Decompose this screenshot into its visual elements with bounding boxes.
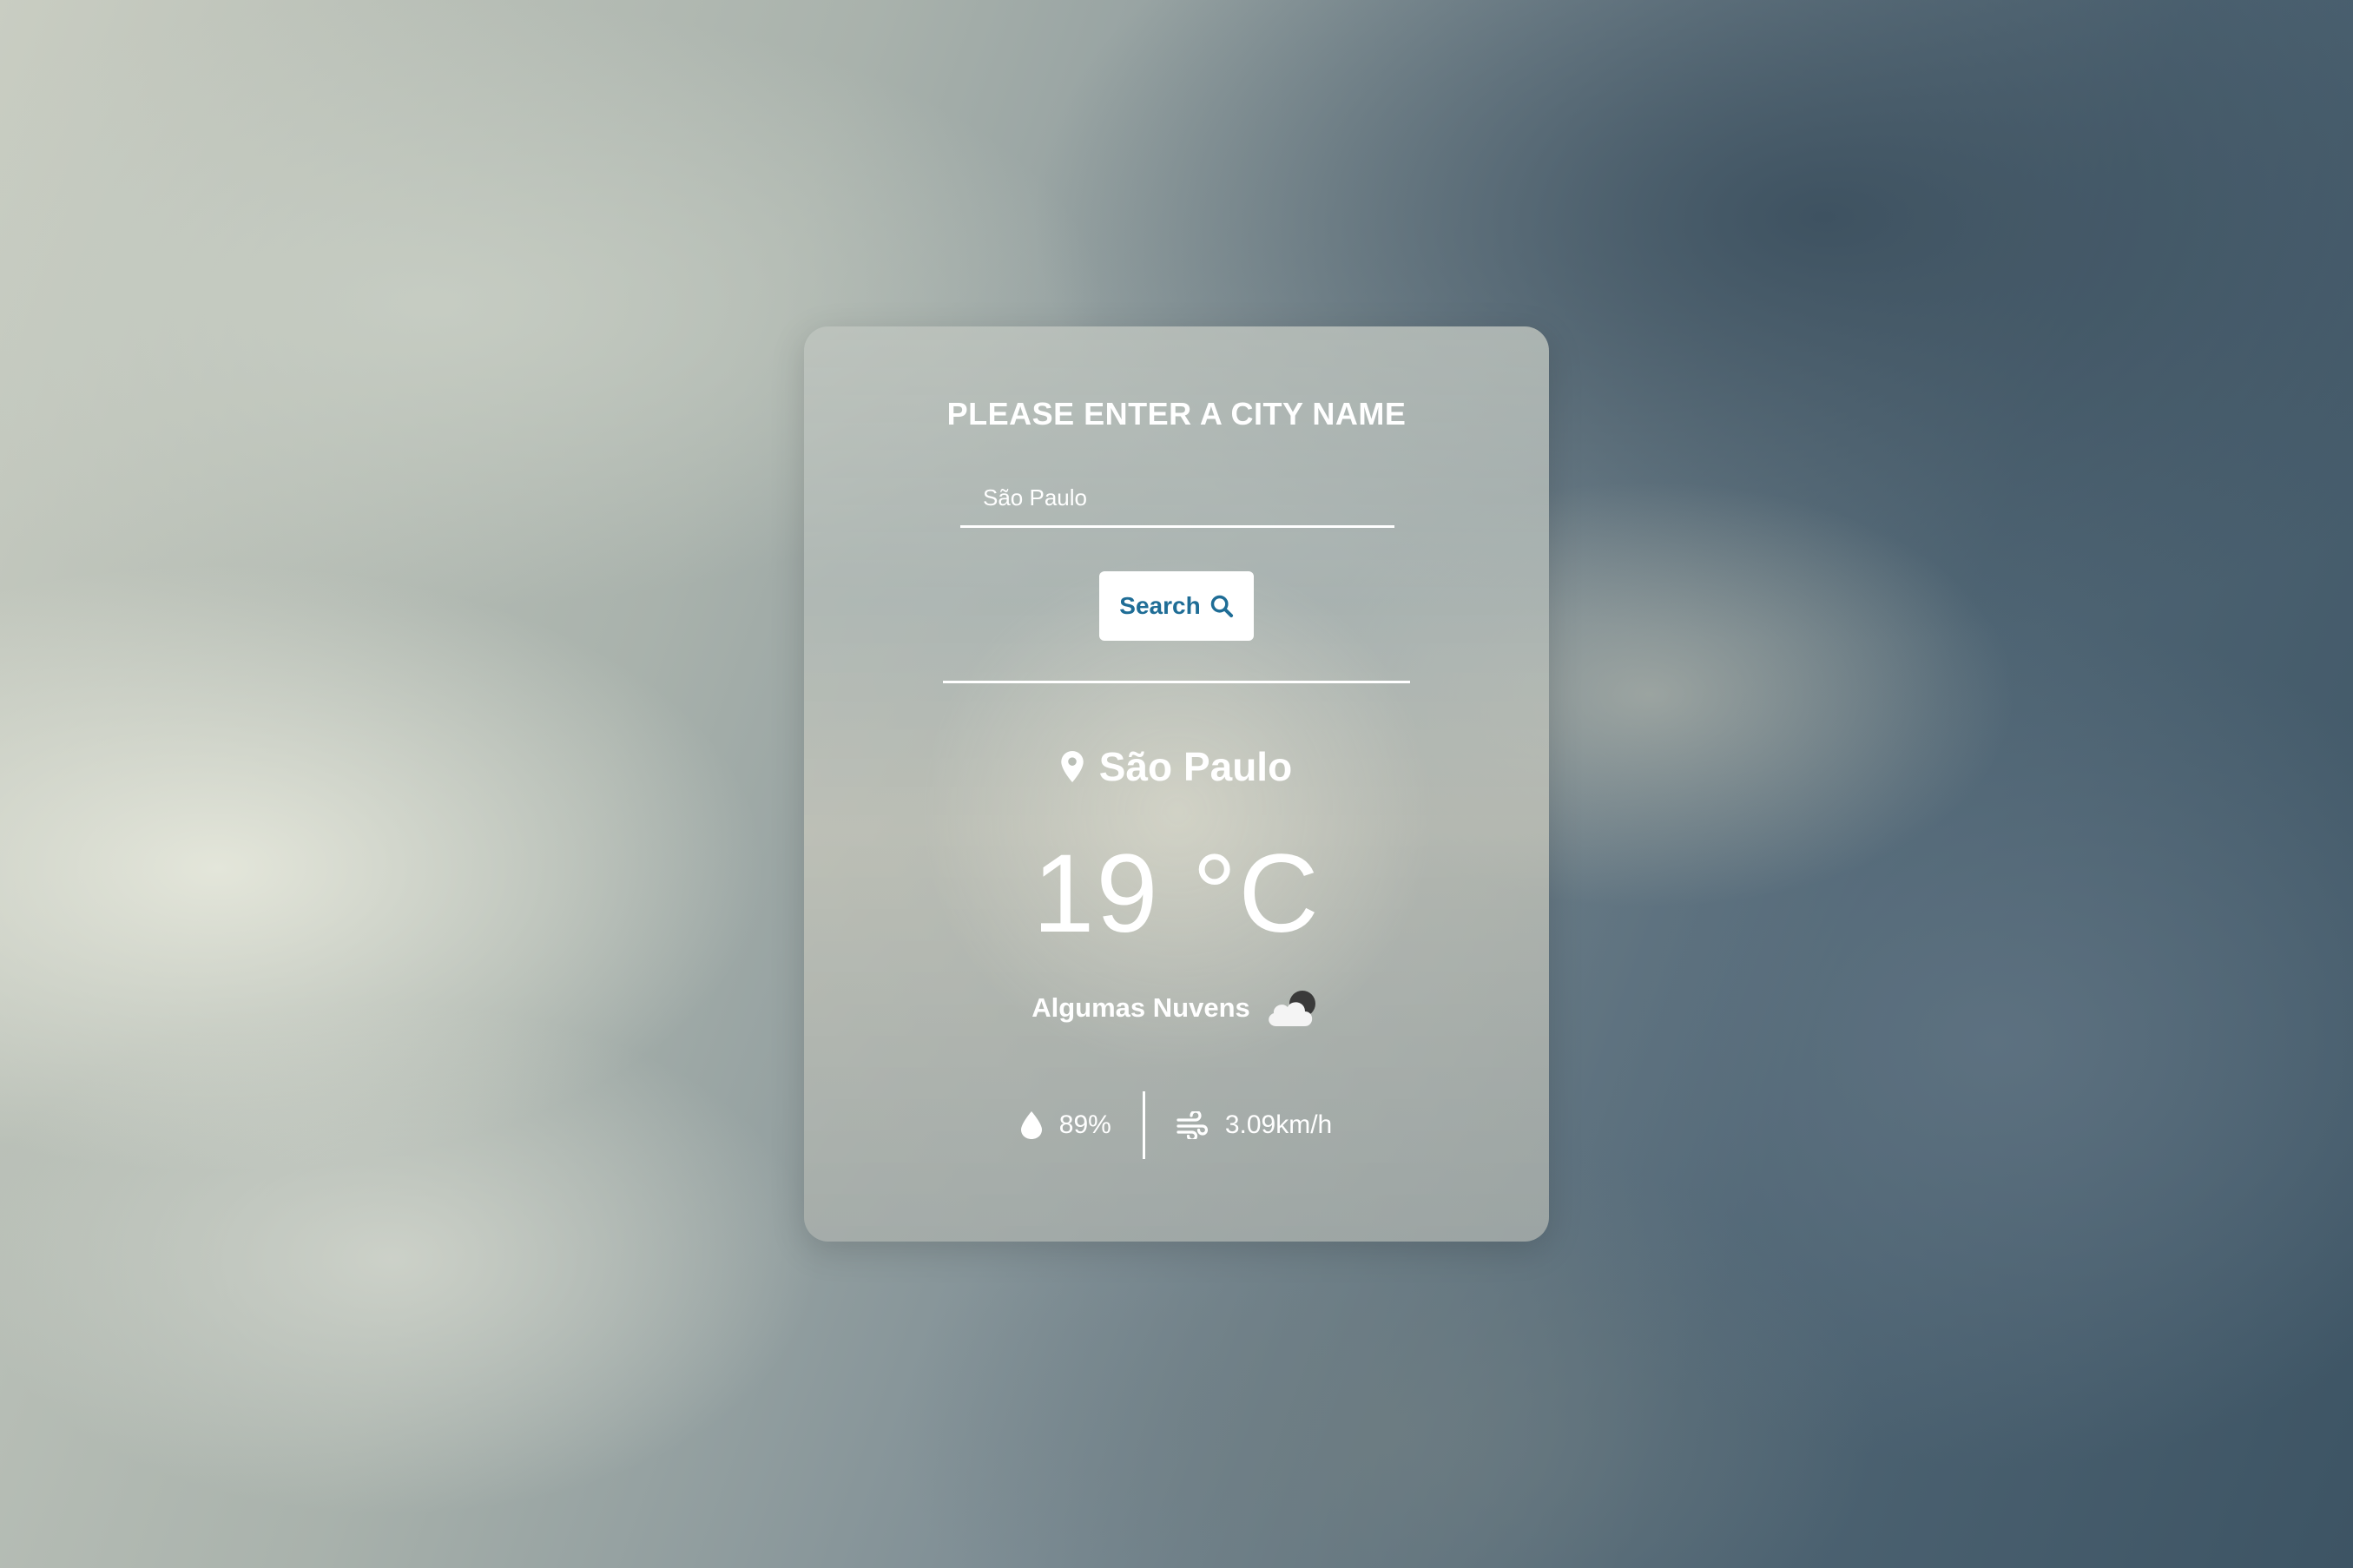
city-search-input[interactable] bbox=[960, 471, 1394, 528]
weather-description: Algumas Nuvens bbox=[1031, 992, 1250, 1023]
weather-card: PLEASE ENTER A CITY NAME Search São Paul… bbox=[804, 326, 1549, 1242]
city-heading: São Paulo bbox=[804, 743, 1549, 790]
weather-description-row: Algumas Nuvens bbox=[804, 986, 1549, 1030]
section-divider bbox=[943, 681, 1410, 683]
temperature-value: 19 °C bbox=[1032, 832, 1321, 956]
search-icon bbox=[1209, 594, 1234, 618]
wind-icon bbox=[1176, 1111, 1208, 1139]
search-button[interactable]: Search bbox=[1099, 571, 1254, 641]
humidity-value: 89% bbox=[1058, 1110, 1111, 1139]
search-button-label: Search bbox=[1119, 592, 1201, 619]
wind-value: 3.09km/h bbox=[1224, 1110, 1333, 1139]
partly-cloudy-night-icon bbox=[1264, 986, 1322, 1030]
city-name: São Paulo bbox=[1098, 744, 1293, 789]
wind-stat: 3.09km/h bbox=[1145, 1110, 1363, 1140]
humidity-stat: 89% bbox=[990, 1110, 1143, 1140]
weather-stats: 89% 3.09km/h bbox=[804, 1090, 1549, 1160]
water-drop-icon bbox=[1020, 1111, 1042, 1139]
form-title: PLEASE ENTER A CITY NAME bbox=[946, 396, 1407, 432]
map-pin-icon bbox=[1061, 751, 1084, 782]
